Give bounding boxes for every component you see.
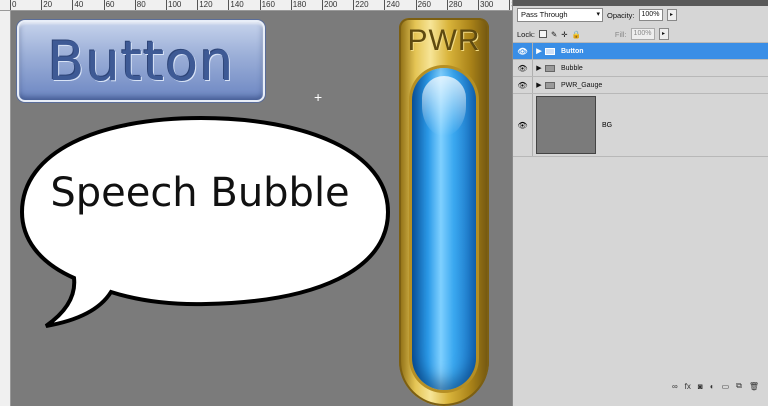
- ruler-tick-label: 160: [261, 0, 275, 9]
- power-gauge[interactable]: PWR: [399, 18, 489, 406]
- ruler-tick: [134, 0, 136, 10]
- layer-thumbnail: [536, 96, 596, 154]
- ruler-tick-label: 60: [105, 0, 115, 9]
- ruler-tick: [353, 0, 355, 10]
- new-layer-icon[interactable]: ⧉: [736, 381, 742, 391]
- folder-icon[interactable]: ▭: [722, 382, 730, 391]
- ruler-tick-label: 20: [43, 0, 53, 9]
- layer-row-pwr-gauge[interactable]: 👁 ▶ PWR_Gauge: [513, 76, 768, 93]
- lock-all-icon[interactable]: 🔒: [572, 30, 581, 39]
- ruler-tick-label: 120: [199, 0, 213, 9]
- link-icon[interactable]: ∞: [672, 382, 678, 391]
- blend-mode-select[interactable]: Pass Through ▾: [517, 8, 603, 22]
- eye-icon[interactable]: 👁: [515, 121, 531, 130]
- blend-opacity-row: Pass Through ▾ Opacity: 100% ▸: [513, 6, 768, 24]
- ruler-tick-label: 80: [136, 0, 146, 9]
- ruler-tick-label: 220: [355, 0, 369, 9]
- lock-move-icon[interactable]: ✛: [561, 30, 567, 39]
- opacity-field[interactable]: 100%: [638, 9, 663, 21]
- ruler-tick-label: 260: [417, 0, 431, 9]
- fill-field[interactable]: 100%: [630, 28, 655, 40]
- fill-stepper[interactable]: ▸: [658, 28, 669, 40]
- eye-icon[interactable]: 👁: [515, 64, 531, 73]
- folder-icon: [545, 64, 555, 72]
- layer-name: BG: [602, 121, 613, 129]
- mask-icon[interactable]: ◙: [698, 382, 703, 391]
- layer-name: Bubble: [561, 64, 583, 72]
- ruler-tick: [322, 0, 323, 10]
- bubble-outline: [19, 115, 391, 328]
- fx-icon[interactable]: fx: [685, 382, 691, 391]
- expand-triangle-icon[interactable]: ▶: [533, 81, 545, 89]
- layers-panel: Pass Through ▾ Opacity: 100% ▸ Lock: ✎ ✛…: [512, 0, 768, 406]
- folder-icon: [545, 47, 555, 55]
- opacity-stepper[interactable]: ▸: [666, 9, 677, 21]
- ruler-tick: [384, 0, 386, 10]
- ruler-tick: [197, 0, 199, 10]
- lock-label: Lock:: [517, 29, 535, 39]
- ruler-tick-label: 240: [386, 0, 400, 9]
- bubble-text: Speech Bubble: [50, 170, 350, 216]
- layer-row-bubble[interactable]: 👁 ▶ Bubble: [513, 59, 768, 76]
- lock-row: Lock: ✎ ✛ 🔒 Fill: 100% ▸: [513, 26, 768, 42]
- fill-label: Fill:: [614, 29, 627, 39]
- document-canvas[interactable]: Button Speech Bubble PWR +: [12, 12, 512, 406]
- ruler-tick: [228, 0, 230, 10]
- eye-icon[interactable]: 👁: [515, 47, 531, 56]
- ruler-tick-label: 280: [448, 0, 463, 9]
- button-graphic-label: Button: [47, 29, 235, 93]
- adjustment-icon[interactable]: ◐: [710, 382, 715, 391]
- ruler-tick-label: 0: [12, 0, 17, 9]
- ruler-tick: [509, 0, 511, 10]
- ruler-tick: [41, 0, 43, 10]
- ruler-tick: [103, 0, 105, 10]
- expand-triangle-icon[interactable]: ▶: [533, 64, 545, 72]
- ruler-tick: [478, 0, 479, 10]
- layer-list: 👁 ▶ Button 👁 ▶ Bubble 👁 ▶ PWR_Gauge 👁 BG: [513, 42, 768, 157]
- blend-mode-value: Pass Through: [521, 10, 568, 19]
- lock-paint-icon[interactable]: ✎: [551, 30, 557, 39]
- panel-footer-toolbar: ∞ fx ◙ ◐ ▭ ⧉ 🗑: [513, 378, 768, 394]
- ruler-tick: [290, 0, 292, 10]
- horizontal-ruler[interactable]: 0 20 40 60 80 100 120 140 160 180 200 220 240 260 280 3…: [0, 0, 512, 11]
- ruler-tick: [72, 0, 74, 10]
- speech-bubble-graphic[interactable]: [16, 112, 394, 334]
- ruler-tick: [415, 0, 417, 10]
- crosshair-cursor: +: [314, 89, 323, 105]
- vertical-ruler[interactable]: [0, 11, 11, 406]
- ruler-tick-label: 100: [168, 0, 182, 9]
- ruler-tick-label: 180: [292, 0, 307, 9]
- ruler-tick-label: 300: [480, 0, 494, 9]
- layer-row-button[interactable]: 👁 ▶ Button: [513, 42, 768, 59]
- layer-name: Button: [561, 47, 584, 55]
- ruler-tick: [259, 0, 261, 10]
- gauge-shine: [422, 76, 466, 136]
- opacity-label: Opacity:: [607, 10, 635, 20]
- ruler-tick-label: 40: [74, 0, 84, 9]
- layer-name: PWR_Gauge: [561, 81, 603, 89]
- photoshop-window: 0 20 40 60 80 100 120 140 160 180 200 220 240 260 280 3…: [0, 0, 768, 406]
- glossy-button-graphic[interactable]: Button: [17, 20, 265, 102]
- folder-icon: [545, 81, 555, 89]
- ruler-tick: [446, 0, 448, 10]
- lock-transparency-icon[interactable]: [538, 30, 547, 38]
- trash-icon[interactable]: 🗑: [749, 382, 759, 391]
- ruler-tick: [10, 0, 11, 10]
- chevron-down-icon: ▾: [596, 11, 600, 18]
- expand-triangle-icon[interactable]: ▶: [533, 47, 545, 55]
- ruler-tick-label: 140: [230, 0, 244, 9]
- gauge-label: PWR: [407, 24, 481, 57]
- gauge-tube: [412, 68, 476, 390]
- ruler-tick: [166, 0, 167, 10]
- layer-row-bg[interactable]: 👁 BG: [513, 93, 768, 157]
- ruler-tick-label: 200: [324, 0, 338, 9]
- eye-icon[interactable]: 👁: [515, 81, 531, 90]
